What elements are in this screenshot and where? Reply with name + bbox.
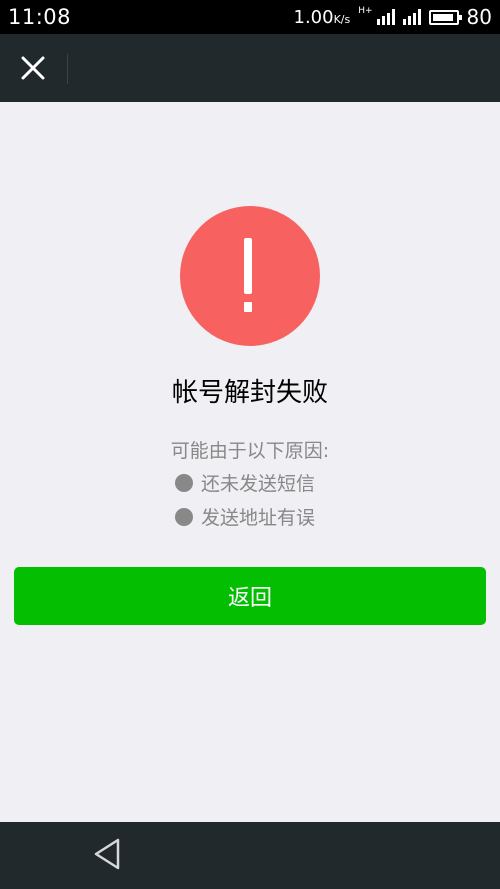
reason-label: 可能由于以下原因: bbox=[170, 440, 330, 462]
top-nav-bar bbox=[0, 34, 500, 102]
network-speed: 1.00K/s bbox=[293, 6, 351, 28]
reason-text: 发送地址有误 bbox=[201, 507, 316, 529]
signal-icon-2 bbox=[402, 9, 421, 25]
main-content: 帐号解封失败 可能由于以下原因: 还未发送短信 发送地址有误 返回 bbox=[0, 102, 500, 822]
reason-text: 还未发送短信 bbox=[201, 473, 316, 495]
network-type-label: H+ bbox=[358, 5, 373, 16]
status-bar: 11:08 1.00K/s H+ 80 bbox=[0, 0, 500, 34]
battery-level: 80 bbox=[466, 5, 492, 29]
back-triangle-icon[interactable] bbox=[90, 836, 126, 872]
system-nav-bar bbox=[0, 822, 500, 889]
close-button[interactable] bbox=[13, 48, 53, 88]
nav-divider bbox=[67, 54, 68, 84]
reason-item: 还未发送短信 bbox=[175, 469, 315, 496]
battery-icon bbox=[428, 9, 462, 25]
warning-icon bbox=[180, 206, 320, 346]
bullet-icon bbox=[175, 507, 193, 526]
status-time: 11:08 bbox=[8, 5, 72, 29]
signal-icon bbox=[376, 9, 395, 25]
close-icon bbox=[21, 56, 45, 80]
return-button[interactable]: 返回 bbox=[14, 567, 486, 625]
reason-item: 发送地址有误 bbox=[175, 503, 315, 530]
page-title: 帐号解封失败 bbox=[171, 378, 328, 408]
bullet-icon bbox=[175, 473, 193, 492]
status-indicators: 1.00K/s H+ 80 bbox=[294, 5, 493, 29]
